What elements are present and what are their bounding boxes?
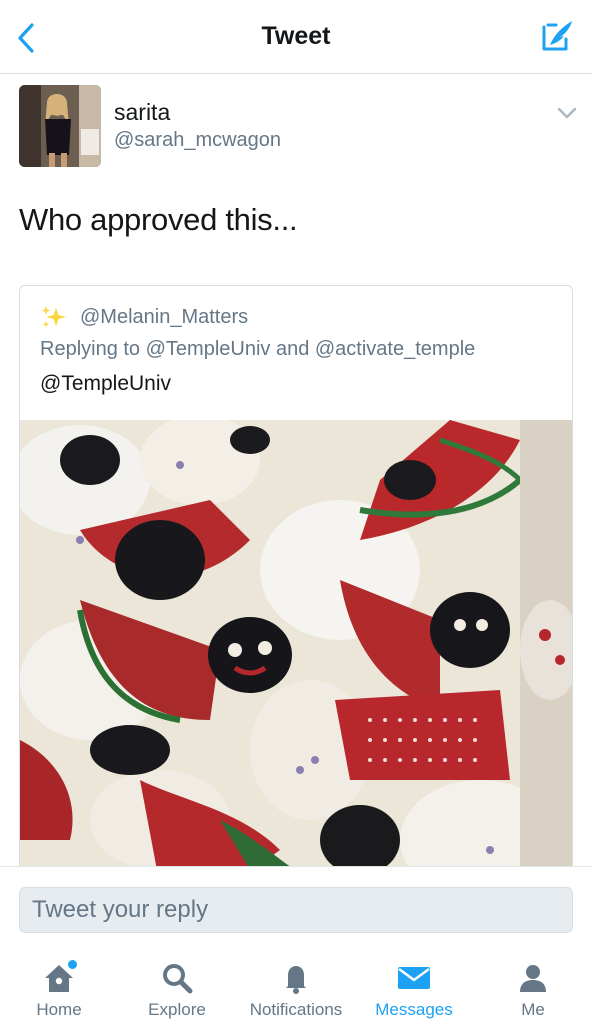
tab-notifications[interactable]: Notifications — [240, 946, 352, 1024]
person-icon-wrap — [513, 958, 553, 998]
person-icon — [520, 965, 546, 992]
bottom-tab-bar: Home Explore Notifications Messages Me — [0, 946, 592, 1024]
avatar-photo — [19, 85, 101, 167]
search-icon — [163, 964, 193, 994]
media-image — [20, 420, 572, 884]
envelope-icon — [398, 967, 430, 989]
search-icon-wrap — [157, 958, 197, 998]
quoted-author-handle[interactable]: @Melanin_Matters — [80, 306, 248, 329]
tweet-text: Who approved this... — [19, 202, 298, 237]
quoted-tweet-card[interactable]: @Melanin_Matters Replying to @TempleUniv… — [19, 285, 573, 885]
compose-button[interactable] — [536, 16, 576, 56]
tab-home[interactable]: Home — [19, 946, 99, 1024]
tab-explore[interactable]: Explore — [137, 946, 217, 1024]
quoted-tweet-header: @Melanin_Matters — [40, 304, 248, 330]
tab-home-label: Home — [36, 1000, 82, 1019]
avatar[interactable] — [19, 85, 101, 167]
sparkles-icon — [41, 306, 66, 328]
compose-tweet-icon — [542, 21, 572, 51]
bell-icon — [286, 966, 306, 994]
notification-dot — [68, 960, 77, 969]
quoted-tweet-text: @TempleUniv — [40, 372, 172, 395]
tweet-author: sarita @sarah_mcwagon — [19, 85, 579, 167]
page-title: Tweet — [261, 22, 331, 50]
tab-me[interactable]: Me — [493, 946, 573, 1024]
reply-bar — [0, 866, 592, 946]
replying-to-line: Replying to @TempleUniv and @activate_te… — [40, 338, 476, 360]
tab-messages-label: Messages — [375, 1000, 453, 1019]
reply-box[interactable] — [19, 887, 573, 933]
chevron-down-icon — [557, 107, 577, 119]
reply-input[interactable] — [20, 888, 572, 932]
envelope-icon-wrap — [394, 958, 434, 998]
tab-messages[interactable]: Messages — [368, 946, 460, 1024]
home-icon-wrap — [39, 958, 79, 998]
bell-icon-wrap — [276, 958, 316, 998]
author-name[interactable]: sarita — [114, 99, 170, 126]
tab-explore-label: Explore — [148, 1000, 206, 1019]
top-navigation-bar: Tweet — [0, 0, 592, 74]
tab-me-label: Me — [521, 1000, 545, 1019]
author-handle[interactable]: @sarah_mcwagon — [114, 129, 281, 152]
quoted-tweet-media[interactable] — [20, 420, 572, 884]
tab-notifications-label: Notifications — [249, 1000, 343, 1019]
tweet-options-button[interactable] — [555, 103, 579, 123]
